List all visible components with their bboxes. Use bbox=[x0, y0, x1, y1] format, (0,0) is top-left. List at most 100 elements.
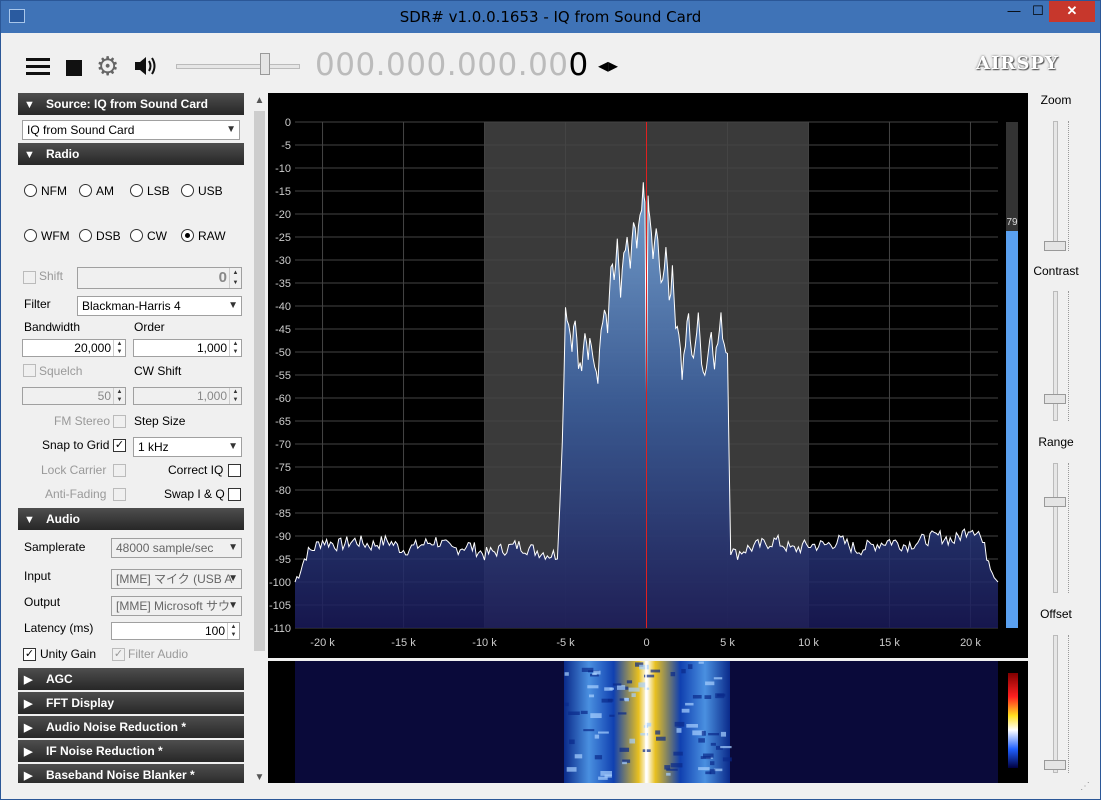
contrast-slider-thumb[interactable] bbox=[1044, 394, 1066, 404]
waterfall-speckle bbox=[720, 731, 727, 737]
stop-icon[interactable] bbox=[66, 60, 82, 76]
radio-section-header[interactable]: ▼ Radio bbox=[18, 143, 244, 165]
minimize-button[interactable]: — bbox=[1001, 1, 1027, 22]
zoom-slider-thumb[interactable] bbox=[1044, 241, 1066, 251]
radio-am[interactable]: AM bbox=[79, 184, 114, 198]
y-tick-label: -90 bbox=[275, 531, 291, 543]
spectrum-analyzer[interactable]: 0 -5 -10 -15 -20 -25 -30 -35 -40 -45 -50 -55 -60 -65 -… bbox=[268, 93, 1028, 658]
fft-display-section-header[interactable]: ▶ FFT Display bbox=[18, 692, 244, 714]
waterfall-speckle bbox=[709, 769, 716, 775]
tune-arrows-icon[interactable]: ◂▸ bbox=[598, 53, 618, 78]
radio-lsb[interactable]: LSB bbox=[130, 184, 170, 198]
radio-raw[interactable]: RAW bbox=[181, 229, 226, 243]
chevron-down-icon: ▼ bbox=[228, 573, 238, 584]
gear-icon[interactable]: ⚙ bbox=[96, 53, 119, 79]
volume-slider-thumb[interactable] bbox=[260, 53, 270, 75]
y-tick-label: -55 bbox=[275, 370, 291, 382]
offset-slider-ticks bbox=[1068, 635, 1072, 773]
hamburger-menu-icon[interactable] bbox=[26, 55, 50, 79]
waterfall-speckle bbox=[713, 677, 723, 680]
anti-fading-checkbox[interactable] bbox=[113, 488, 126, 501]
cw-shift-stepper[interactable]: 1,000 ▲ ▼ bbox=[133, 387, 242, 405]
lock-carrier-checkbox[interactable] bbox=[113, 464, 126, 477]
samplerate-select[interactable]: 48000 sample/sec ▼ bbox=[111, 538, 242, 558]
waterfall-speckle bbox=[644, 687, 650, 690]
y-tick-label: -95 bbox=[275, 554, 291, 566]
radio-nfm[interactable]: NFM bbox=[24, 184, 67, 198]
filter-audio-checkbox[interactable]: ✓ bbox=[112, 648, 125, 661]
range-slider-thumb[interactable] bbox=[1044, 497, 1066, 507]
agc-section-header[interactable]: ▶ AGC bbox=[18, 668, 244, 690]
radio-circle-icon bbox=[79, 229, 92, 242]
frequency-display[interactable]: 000.000.000.000 bbox=[315, 47, 589, 83]
bandwidth-stepper[interactable]: 20,000 ▲ ▼ bbox=[22, 339, 126, 357]
frequency-last-digit[interactable]: 0 bbox=[569, 47, 589, 83]
waterfall-speckle bbox=[581, 667, 594, 672]
audio-noise-reduction-section-header[interactable]: ▶ Audio Noise Reduction * bbox=[18, 716, 244, 738]
waterfall-speckle bbox=[622, 761, 627, 765]
waterfall-display[interactable] bbox=[268, 661, 1028, 783]
baseband-noise-blanker-section-header[interactable]: ▶ Baseband Noise Blanker * bbox=[18, 764, 244, 783]
expand-arrow-icon: ▶ bbox=[24, 674, 33, 686]
if-noise-reduction-section-header[interactable]: ▶ IF Noise Reduction * bbox=[18, 740, 244, 762]
speaker-icon[interactable] bbox=[133, 54, 159, 78]
close-button[interactable]: ✕ bbox=[1049, 1, 1095, 22]
scrollbar-thumb[interactable] bbox=[254, 111, 265, 651]
filter-select[interactable]: Blackman-Harris 4 ▼ bbox=[77, 296, 242, 316]
radio-circle-icon bbox=[130, 184, 143, 197]
offset-slider-thumb[interactable] bbox=[1044, 760, 1066, 770]
resize-grip-icon[interactable]: ⋰ bbox=[1080, 781, 1090, 792]
waterfall-speckle bbox=[698, 767, 710, 771]
squelch-stepper[interactable]: 50 ▲ ▼ bbox=[22, 387, 126, 405]
range-slider-track[interactable] bbox=[1053, 463, 1058, 593]
squelch-label: Squelch bbox=[39, 364, 83, 378]
chevron-down-icon: ▼ bbox=[228, 441, 238, 452]
waterfall-speckle bbox=[631, 693, 636, 698]
swap-iq-checkbox[interactable] bbox=[228, 488, 241, 501]
radio-dsb[interactable]: DSB bbox=[79, 229, 121, 243]
radio-wfm[interactable]: WFM bbox=[24, 229, 70, 243]
unity-gain-checkbox[interactable]: ✓ bbox=[23, 648, 36, 661]
order-stepper[interactable]: 1,000 ▲ ▼ bbox=[133, 339, 242, 357]
snap-to-grid-checkbox[interactable]: ✓ bbox=[113, 439, 126, 452]
y-tick-label: -25 bbox=[275, 232, 291, 244]
x-tick-label: 15 k bbox=[879, 637, 900, 649]
panel-scrollbar[interactable]: ▲ ▼ bbox=[251, 93, 268, 783]
expand-arrow-icon: ▶ bbox=[24, 698, 33, 710]
waterfall-speckle bbox=[704, 695, 712, 699]
latency-stepper[interactable]: 100 ▲ ▼ bbox=[111, 622, 240, 640]
squelch-checkbox[interactable] bbox=[23, 364, 36, 377]
scroll-down-icon[interactable]: ▼ bbox=[251, 772, 268, 783]
shift-checkbox[interactable] bbox=[23, 271, 36, 284]
radio-usb[interactable]: USB bbox=[181, 184, 223, 198]
scroll-up-icon[interactable]: ▲ bbox=[251, 95, 268, 106]
lock-carrier-label: Lock Carrier bbox=[41, 463, 107, 477]
step-size-select[interactable]: 1 kHz ▼ bbox=[133, 437, 242, 457]
audio-section-header[interactable]: ▼ Audio bbox=[18, 508, 244, 530]
maximize-button[interactable]: ☐ bbox=[1027, 1, 1049, 22]
waterfall-speckle bbox=[609, 714, 615, 717]
y-tick-label: -10 bbox=[275, 163, 291, 175]
y-tick-label: -70 bbox=[275, 439, 291, 451]
waterfall-speckle bbox=[594, 755, 603, 760]
waterfall-speckle bbox=[617, 685, 626, 690]
main-client-area: ⚙ 000.000.000.000 ◂▸ AIRSPY ▼ Source: IQ … bbox=[8, 33, 1095, 795]
window-title: SDR# v1.0.0.1653 - IQ from Sound Card bbox=[399, 8, 702, 26]
radio-cw[interactable]: CW bbox=[130, 229, 167, 243]
output-device-select[interactable]: [MME] Microsoft サウ ▼ bbox=[111, 596, 242, 616]
waterfall-speckle bbox=[594, 734, 600, 739]
chevron-down-icon: ▼ bbox=[228, 542, 238, 553]
latency-label: Latency (ms) bbox=[24, 621, 94, 635]
shift-stepper[interactable]: 0 ▲ ▼ bbox=[77, 267, 242, 289]
waterfall-speckle bbox=[708, 733, 720, 736]
source-select[interactable]: IQ from Sound Card ▼ bbox=[22, 120, 240, 140]
offset-slider-track[interactable] bbox=[1053, 635, 1058, 773]
shift-label: Shift bbox=[39, 269, 64, 283]
input-device-select[interactable]: [MME] マイク (USB A ▼ bbox=[111, 569, 242, 589]
correct-iq-checkbox[interactable] bbox=[228, 464, 241, 477]
zoom-slider-track[interactable] bbox=[1053, 121, 1058, 251]
fm-stereo-checkbox[interactable] bbox=[113, 415, 126, 428]
source-section-header[interactable]: ▼ Source: IQ from Sound Card bbox=[18, 93, 244, 115]
volume-slider-track[interactable] bbox=[176, 64, 300, 69]
frequency-digits[interactable]: 000.000.000.00 bbox=[315, 47, 569, 83]
